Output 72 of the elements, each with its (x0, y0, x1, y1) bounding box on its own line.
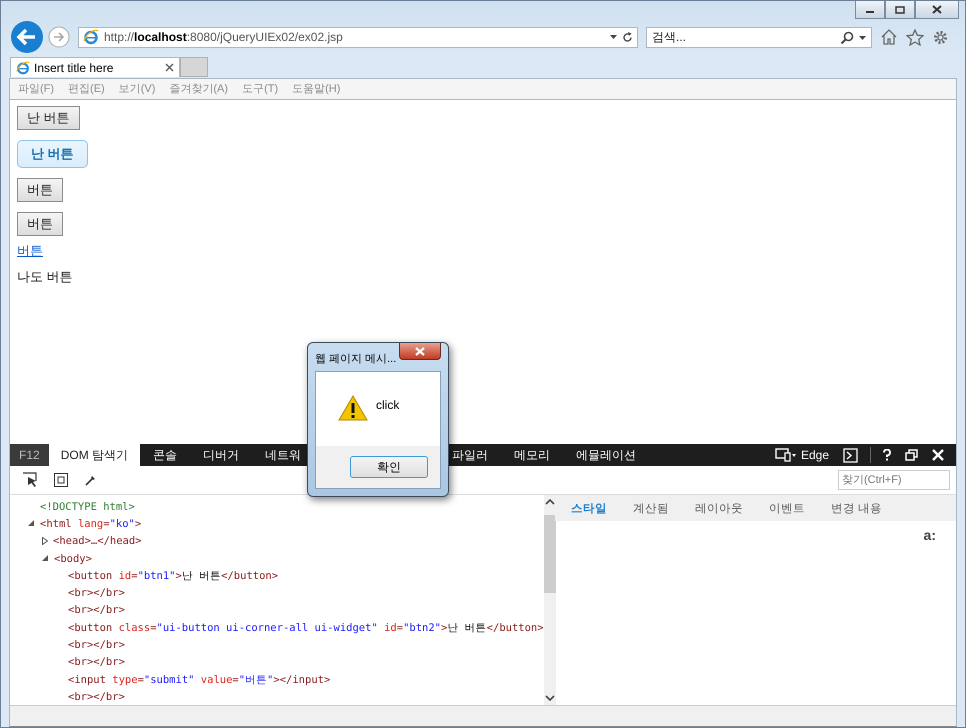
close-button[interactable] (399, 343, 441, 360)
dom-node-code[interactable]: <head>…</head> (53, 535, 142, 548)
search-field[interactable]: 검색... (646, 26, 872, 48)
tab-title: Insert title here (34, 60, 114, 74)
browser-tab[interactable]: Insert title here (10, 57, 180, 77)
close-button[interactable] (915, 1, 959, 19)
dialog-title: 웹 페이지 메시... (315, 352, 398, 366)
undock-icon[interactable] (905, 449, 918, 461)
scrollbar[interactable] (544, 495, 556, 705)
dom-node-code[interactable]: <button class="ui-button ui-corner-all ui-widget" id="btn2">난 버튼</button> (68, 620, 544, 635)
star-icon[interactable] (906, 28, 924, 46)
devtools-tab[interactable]: 메모리 (501, 444, 564, 466)
dropdown-caret-icon[interactable] (859, 36, 866, 40)
styles-tab[interactable]: 레이아웃 (695, 501, 743, 515)
devtools-tab[interactable]: 에뮬레이션 (563, 444, 650, 466)
find-field[interactable]: 찾기(Ctrl+F) (838, 470, 950, 490)
box-model-icon[interactable] (54, 473, 68, 487)
devtools-tab[interactable]: 콘솔 (140, 444, 190, 466)
dom-node-code[interactable]: <input type="submit" value="버튼"></input> (68, 672, 330, 687)
dom-node-code[interactable]: <button id="btn1">난 버튼</button> (68, 568, 278, 583)
close-icon[interactable] (932, 449, 944, 461)
dom-node-code[interactable]: <body> (54, 552, 92, 565)
dialog-message: click (376, 398, 400, 412)
close-tab-icon[interactable] (165, 63, 174, 72)
page-button[interactable]: 버튼 (17, 212, 63, 236)
select-element-icon[interactable] (22, 472, 38, 488)
page-button[interactable]: 난 버튼 (17, 140, 88, 168)
page-text: 나도 버튼 (17, 268, 73, 286)
styles-tab[interactable]: 이벤트 (769, 501, 805, 515)
dom-node-code[interactable]: <br></br> (68, 604, 125, 616)
settings-icon[interactable] (932, 28, 949, 46)
dropdown-caret-icon[interactable] (610, 35, 617, 39)
page-link[interactable]: 버튼 (17, 242, 43, 260)
dom-node-code[interactable]: <html lang="ko"> (40, 518, 142, 530)
style-rule-text: a: (924, 527, 936, 543)
collapse-triangle-icon[interactable] (28, 520, 35, 528)
dom-node-code[interactable]: <br></br> (68, 587, 125, 600)
devtools-tab[interactable]: 디버거 (190, 444, 252, 466)
document-mode-label[interactable]: Edge (800, 448, 829, 462)
eyedropper-icon[interactable] (84, 474, 97, 486)
address-bar[interactable]: http://localhost:8080/jQueryUIEx02/ex02.jsp (78, 26, 638, 48)
browser-logo-icon (83, 29, 99, 45)
dom-node-code[interactable]: <br></br> (68, 639, 125, 652)
dom-node-code[interactable]: <br></br> (68, 656, 125, 668)
scroll-up-icon[interactable] (544, 499, 555, 505)
console-prompt-icon[interactable] (843, 448, 858, 462)
close-icon (932, 5, 942, 14)
dom-node-code[interactable]: <!DOCTYPE html> (40, 500, 135, 513)
expand-triangle-icon[interactable] (42, 537, 48, 546)
help-icon[interactable] (883, 449, 891, 461)
page-button[interactable]: 버튼 (17, 178, 63, 202)
maximize-icon (895, 6, 905, 14)
device-icon[interactable] (774, 448, 797, 462)
warning-icon (338, 395, 368, 421)
close-icon (415, 346, 425, 356)
page-button[interactable]: 난 버튼 (17, 106, 80, 130)
maximize-button[interactable] (885, 1, 915, 19)
collapse-triangle-icon[interactable] (42, 555, 49, 562)
styles-tab[interactable]: 변경 내용 (831, 501, 882, 515)
styles-tab[interactable]: 계산됨 (633, 501, 669, 515)
refresh-icon[interactable] (622, 32, 633, 42)
ok-button[interactable]: 확인 (350, 456, 428, 478)
dom-node-code[interactable]: <br></br> (68, 690, 125, 703)
search-icon[interactable] (840, 30, 854, 44)
url-text: http://localhost:8080/jQueryUIEx02/ex02.jsp (104, 30, 343, 44)
devtools-tab[interactable]: DOM 탐색기 (48, 444, 140, 466)
minimize-button[interactable] (855, 1, 885, 19)
styles-tab[interactable]: 스타일 (571, 501, 607, 515)
home-icon[interactable] (880, 29, 898, 45)
devtools-key-label: F12 (10, 444, 49, 466)
scroll-down-icon[interactable] (544, 695, 555, 701)
browser-logo-icon (16, 60, 30, 74)
